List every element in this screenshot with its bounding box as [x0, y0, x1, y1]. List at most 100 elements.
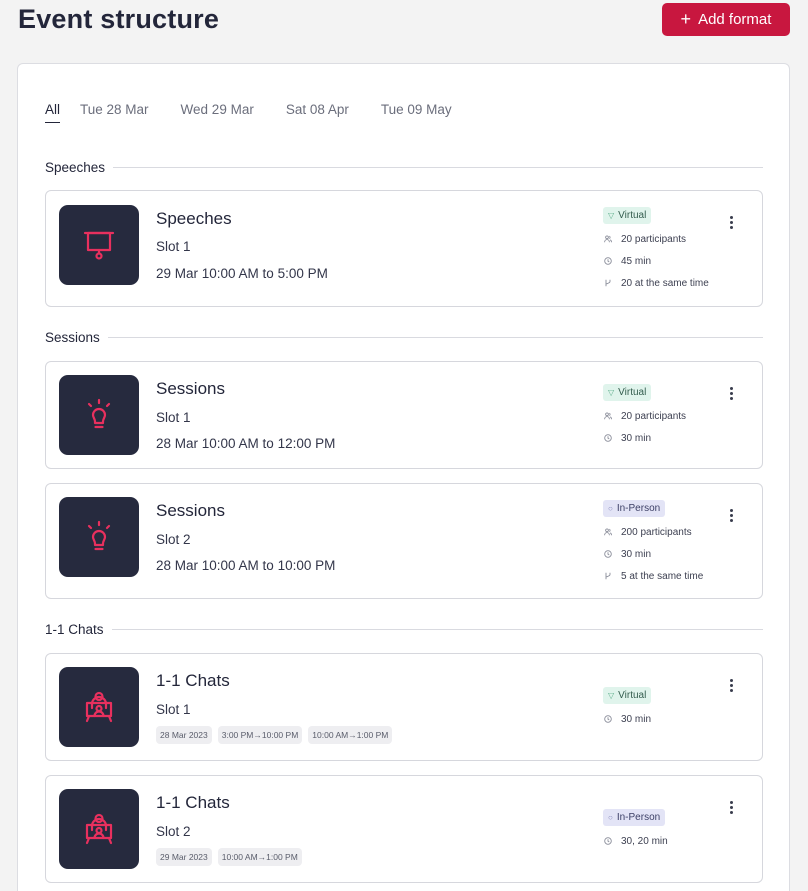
participants-row: 200 participants	[604, 521, 703, 543]
status-badge: ○ In-Person	[603, 500, 666, 517]
duration-row: 30 min	[604, 708, 651, 730]
more-options-icon[interactable]	[730, 216, 734, 229]
status-badge: ▽ Virtual	[603, 384, 652, 401]
participants-text: 20 participants	[621, 410, 687, 422]
format-meta: ▽ Virtual 20 participants 30 min	[603, 382, 686, 449]
branch-icon	[604, 572, 612, 580]
duration-text: 30 min	[621, 713, 652, 725]
location-pin-icon: ○	[608, 813, 613, 822]
location-pin-icon: ○	[608, 504, 613, 513]
participants-text: 200 participants	[621, 526, 692, 538]
clock-icon	[604, 257, 612, 265]
tab-tue-09-may[interactable]: Tue 09 May	[381, 102, 452, 123]
format-card-sessions-slot-1[interactable]: Sessions Slot 1 28 Mar 10:00 AM to 12:00…	[45, 361, 763, 469]
format-icon-tile	[59, 375, 139, 455]
slot-time: 28 Mar 10:00 AM to 10:00 PM	[156, 558, 336, 573]
clock-icon	[604, 434, 612, 442]
section-title: 1-1 Chats	[45, 622, 104, 637]
more-options-icon[interactable]	[730, 801, 734, 814]
branch-icon	[604, 279, 612, 287]
person-desk-icon	[85, 691, 113, 723]
format-icon-tile	[59, 667, 139, 747]
slot-time: 28 Mar 10:00 AM to 12:00 PM	[156, 436, 336, 451]
clock-icon	[604, 550, 612, 558]
format-card-1-1-chats-slot-2[interactable]: 1-1 Chats Slot 2 29 Mar 2023 10:00 AM→1:…	[45, 775, 763, 883]
format-title: Speeches	[156, 209, 232, 228]
format-icon-tile	[59, 789, 139, 869]
format-card-sessions-slot-2[interactable]: Sessions Slot 2 28 Mar 10:00 AM to 10:00…	[45, 483, 763, 599]
status-badge: ▽ Virtual	[603, 687, 652, 704]
format-title: Sessions	[156, 501, 225, 520]
duration-text: 45 min	[621, 255, 652, 267]
status-badge: ▽ Virtual	[603, 207, 652, 224]
presentation-board-icon	[83, 231, 115, 260]
tab-tue-28-mar[interactable]: Tue 28 Mar	[80, 102, 149, 123]
time-range-chip: 10:00 AM→1:00 PM	[217, 848, 302, 866]
section-title: Sessions	[45, 330, 100, 345]
lightbulb-icon	[87, 520, 111, 551]
more-options-icon[interactable]	[730, 387, 734, 400]
participants-text: 20 participants	[621, 233, 687, 245]
slot-time: 29 Mar 10:00 AM to 5:00 PM	[156, 266, 328, 281]
section-header-speeches: Speeches	[45, 160, 763, 175]
more-options-icon[interactable]	[730, 509, 734, 522]
badge-label: Virtual	[618, 210, 647, 221]
format-title: 1-1 Chats	[156, 671, 230, 690]
duration-row: 45 min	[604, 250, 709, 272]
wifi-icon: ▽	[608, 388, 615, 397]
people-icon	[604, 412, 612, 420]
add-format-button[interactable]: + Add format	[662, 3, 790, 36]
format-card-speeches-slot-1[interactable]: Speeches Slot 1 29 Mar 10:00 AM to 5:00 …	[45, 190, 763, 307]
duration-row: 30 min	[604, 427, 686, 449]
badge-label: In-Person	[616, 812, 661, 823]
badge-label: In-Person	[616, 503, 661, 514]
date-tabs: All Tue 28 Mar Wed 29 Mar Sat 08 Apr Tue…	[45, 102, 484, 123]
slot-label: Slot 1	[156, 702, 191, 717]
tab-wed-29-mar[interactable]: Wed 29 Mar	[181, 102, 254, 123]
format-meta: ▽ Virtual 30 min	[603, 685, 652, 730]
date-chip: 28 Mar 2023	[156, 726, 212, 744]
clock-icon	[604, 715, 612, 723]
concurrency-row: 5 at the same time	[604, 565, 703, 587]
tab-all[interactable]: All	[45, 102, 61, 123]
section-header-1-1-chats: 1-1 Chats	[45, 622, 763, 637]
section-header-sessions: Sessions	[45, 330, 763, 345]
divider	[111, 629, 763, 630]
lightbulb-icon	[87, 398, 111, 429]
format-meta: ○ In-Person 30, 20 min	[603, 807, 668, 852]
date-chip: 29 Mar 2023	[156, 848, 212, 866]
time-range-chip: 3:00 PM→10:00 PM	[217, 726, 303, 744]
time-range-chip: 10:00 AM→1:00 PM	[308, 726, 393, 744]
people-icon	[604, 235, 612, 243]
concurrency-row: 20 at the same time	[604, 272, 709, 294]
duration-text: 30, 20 min	[621, 835, 668, 847]
format-title: Sessions	[156, 379, 225, 398]
add-format-label: Add format	[698, 11, 772, 28]
format-icon-tile	[59, 497, 139, 577]
participants-row: 20 participants	[604, 405, 686, 427]
section-title: Speeches	[45, 160, 106, 175]
badge-label: Virtual	[618, 690, 647, 701]
format-card-1-1-chats-slot-1[interactable]: 1-1 Chats Slot 1 28 Mar 2023 3:00 PM→10:…	[45, 653, 763, 761]
clock-icon	[604, 837, 612, 845]
duration-text: 30 min	[621, 548, 652, 560]
more-options-icon[interactable]	[730, 679, 734, 692]
slot-label: Slot 2	[156, 532, 191, 547]
slot-label: Slot 1	[156, 410, 191, 425]
status-badge: ○ In-Person	[603, 809, 666, 826]
tab-sat-08-apr[interactable]: Sat 08 Apr	[286, 102, 349, 123]
people-icon	[604, 528, 612, 536]
duration-row: 30 min	[604, 543, 703, 565]
format-title: 1-1 Chats	[156, 793, 230, 812]
badge-label: Virtual	[618, 387, 647, 398]
divider	[113, 167, 763, 168]
format-meta: ▽ Virtual 20 participants 45 min 20 at th…	[603, 205, 709, 294]
slot-label: Slot 1	[156, 239, 191, 254]
person-desk-icon	[85, 813, 113, 845]
time-chips: 29 Mar 2023 10:00 AM→1:00 PM	[156, 848, 302, 866]
divider	[107, 337, 763, 338]
page-title: Event structure	[18, 4, 220, 34]
duration-row: 30, 20 min	[604, 830, 668, 852]
plus-icon: +	[680, 8, 692, 29]
concurrency-text: 5 at the same time	[621, 570, 704, 582]
